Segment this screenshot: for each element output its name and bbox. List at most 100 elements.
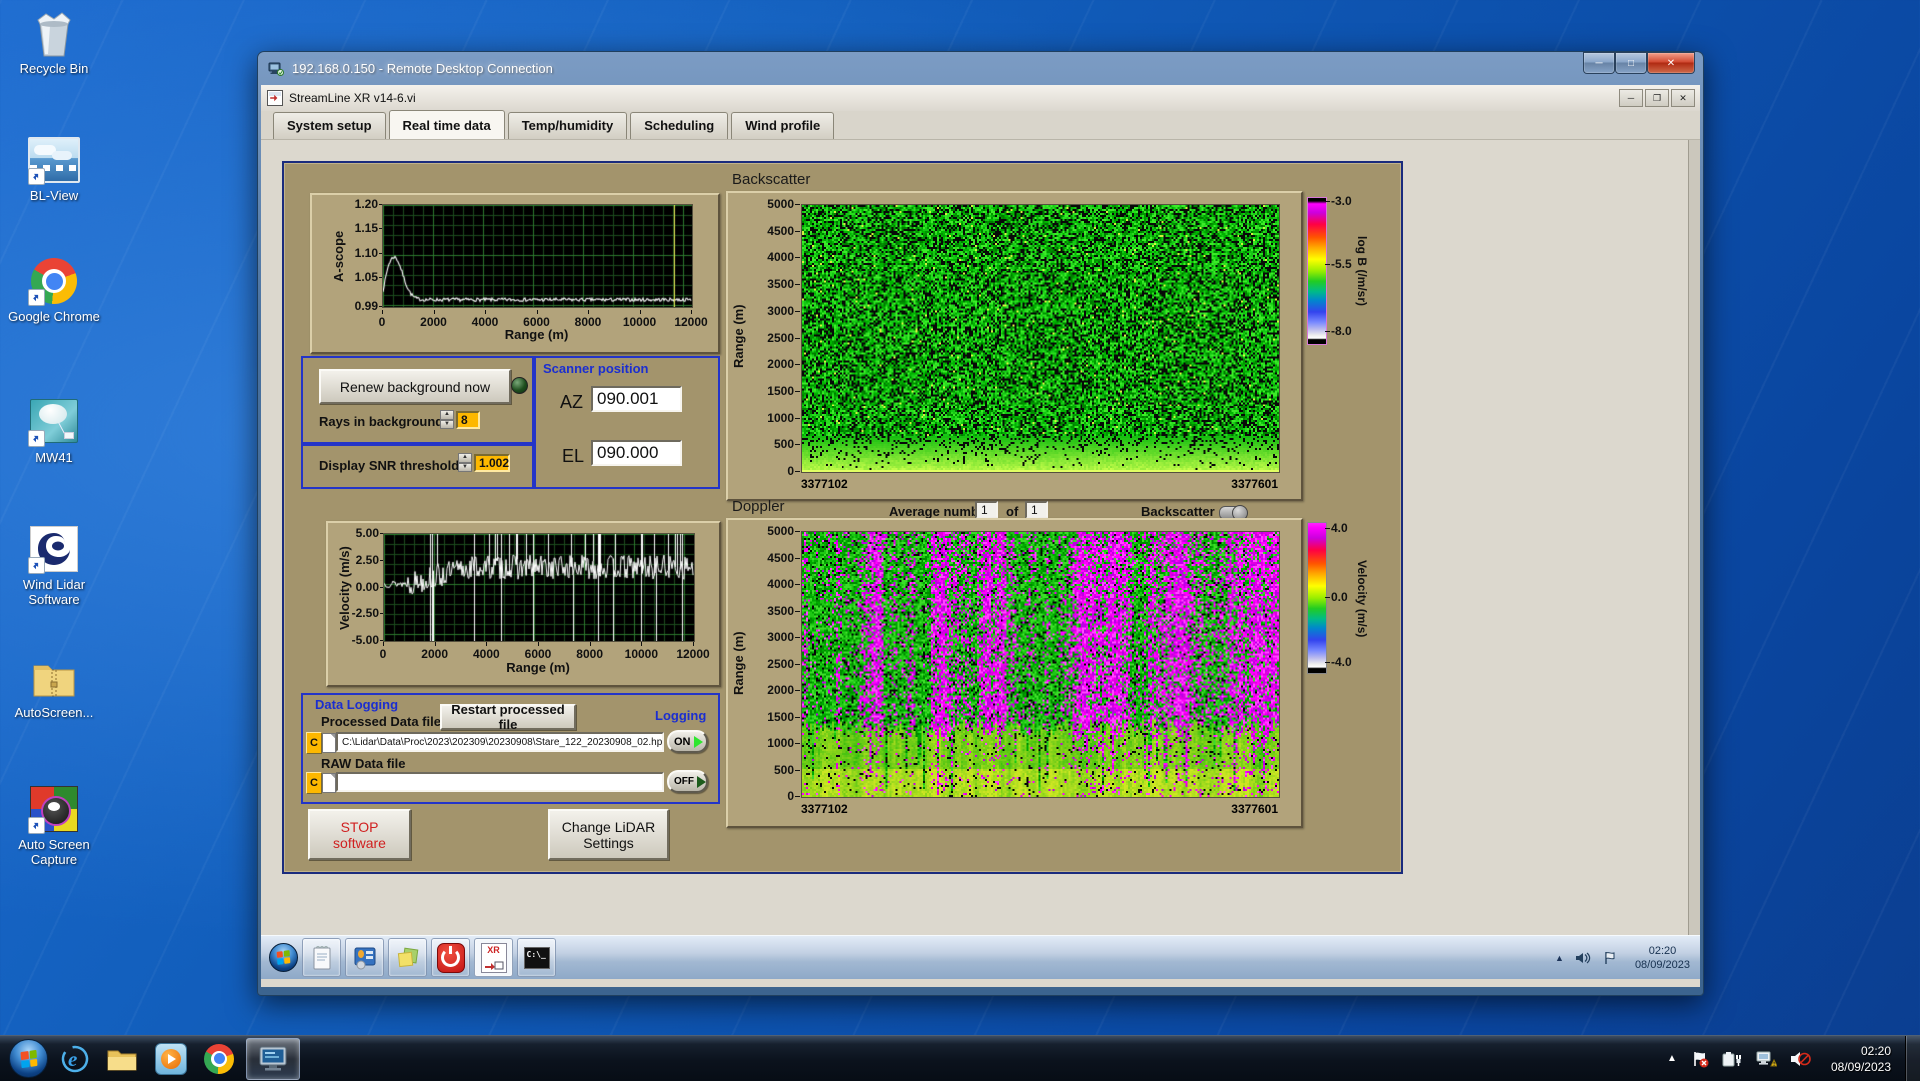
app-close-button[interactable]: ✕ bbox=[1671, 89, 1695, 107]
remote-taskbar-notepad[interactable] bbox=[302, 938, 341, 977]
average-total-field[interactable]: 1 bbox=[1025, 501, 1048, 519]
desktop-icon-chrome[interactable]: Google Chrome bbox=[2, 258, 106, 324]
backscatter-ylabel: Range (m) bbox=[731, 271, 746, 401]
backscatter-colorbar-label: log B (/m/sr) bbox=[1355, 201, 1369, 341]
maximize-button[interactable]: □ bbox=[1615, 52, 1647, 74]
minimize-button[interactable]: ─ bbox=[1583, 52, 1615, 74]
raw-logging-off-button[interactable]: OFF bbox=[667, 770, 708, 793]
tab-system-setup[interactable]: System setup bbox=[273, 112, 386, 139]
raw-data-file-label: RAW Data file bbox=[321, 756, 406, 771]
remote-clock[interactable]: 02:2008/09/2023 bbox=[1635, 944, 1690, 972]
start-button[interactable] bbox=[9, 1039, 48, 1078]
raw-path-field[interactable] bbox=[336, 772, 664, 792]
snr-value-field[interactable]: 1.002 bbox=[474, 454, 510, 472]
doppler-title: Doppler bbox=[732, 498, 785, 515]
host-clock[interactable]: 02:2008/09/2023 bbox=[1831, 1043, 1891, 1075]
remote-system-tray: ▲ 02:2008/09/2023 bbox=[1550, 944, 1700, 972]
tab-scheduling[interactable]: Scheduling bbox=[630, 112, 728, 139]
tray-battery-icon[interactable] bbox=[1721, 1050, 1743, 1068]
tab-temp-humidity[interactable]: Temp/humidity bbox=[508, 112, 627, 139]
close-button[interactable]: ✕ bbox=[1647, 52, 1695, 74]
desktop-icon-autoscreen[interactable]: AutoScreen... bbox=[2, 654, 106, 720]
remote-taskbar-stop-app[interactable] bbox=[431, 938, 470, 977]
tab-strip: System setupReal time dataTemp/humidityS… bbox=[261, 111, 1700, 140]
svg-text:e: e bbox=[68, 1047, 77, 1071]
desktop-icon-mw41[interactable]: MW41 bbox=[2, 396, 106, 465]
doppler-ytick-labels: 5000450040003500300025002000150010005000 bbox=[754, 531, 794, 796]
rays-value-field[interactable]: 8 bbox=[456, 411, 480, 429]
rdp-titlebar[interactable]: 192.168.0.150 - Remote Desktop Connectio… bbox=[258, 52, 1703, 85]
desktop-icon-auto-screen-capture[interactable]: Auto Screen Capture bbox=[2, 784, 106, 867]
auto-screen-capture-icon bbox=[28, 786, 80, 834]
tab-wind-profile[interactable]: Wind profile bbox=[731, 112, 834, 139]
desktop-icon-recycle-bin[interactable]: Recycle Bin bbox=[2, 10, 106, 76]
remote-taskbar-streamline-xr[interactable]: XR bbox=[474, 938, 513, 977]
snr-spinner[interactable]: ▲▼ bbox=[458, 453, 472, 472]
host-taskbar: e ▲ 02:2008/09/2023 bbox=[0, 1035, 1920, 1081]
remote-tray-expand-icon[interactable]: ▲ bbox=[1555, 953, 1564, 963]
app-title-text: StreamLine XR v14-6.vi bbox=[289, 91, 416, 105]
app-titlebar[interactable]: StreamLine XR v14-6.vi ─ ❐ ✕ bbox=[261, 85, 1700, 112]
taskbar-media-player[interactable] bbox=[150, 1039, 192, 1079]
remote-taskbar-cmd[interactable]: C:\_ bbox=[517, 938, 556, 977]
doppler-colorbar bbox=[1307, 522, 1327, 674]
taskbar-file-explorer[interactable] bbox=[102, 1039, 144, 1079]
shortcut-arrow-icon bbox=[28, 430, 45, 447]
average-number-field[interactable]: 1 bbox=[975, 501, 998, 519]
velocity-xaxis-title: Range (m) bbox=[383, 660, 693, 675]
renew-background-button[interactable]: Renew background now bbox=[319, 369, 511, 404]
doppler-colorbar-label: Velocity (m/s) bbox=[1355, 526, 1369, 671]
rays-spinner[interactable]: ▲▼ bbox=[440, 410, 454, 429]
tray-expand-icon[interactable]: ▲ bbox=[1667, 1053, 1677, 1064]
shortcut-arrow-icon bbox=[28, 817, 45, 834]
tab-real-time-data[interactable]: Real time data bbox=[389, 110, 505, 139]
az-value-field[interactable]: 090.001 bbox=[591, 386, 682, 412]
backscatter-time-start: 3377102 bbox=[801, 477, 848, 491]
remote-volume-icon[interactable] bbox=[1575, 951, 1591, 965]
taskbar-internet-explorer[interactable]: e bbox=[54, 1039, 96, 1079]
rdp-title-text: 192.168.0.150 - Remote Desktop Connectio… bbox=[292, 61, 553, 76]
app-minimize-button[interactable]: ─ bbox=[1619, 89, 1643, 107]
remote-taskbar-device-manager[interactable] bbox=[345, 938, 384, 977]
desktop-icon-label: Recycle Bin bbox=[2, 61, 106, 76]
stop-software-button[interactable]: STOPsoftware bbox=[308, 809, 411, 860]
background-group: Renew background now Rays in background … bbox=[301, 356, 534, 446]
el-value-field[interactable]: 090.000 bbox=[591, 440, 682, 466]
renew-led-indicator bbox=[511, 377, 528, 394]
taskbar-chrome[interactable] bbox=[198, 1039, 240, 1079]
app-restore-button[interactable]: ❐ bbox=[1645, 89, 1669, 107]
data-logging-group: Data Logging Processed Data file Restart… bbox=[301, 693, 720, 804]
restart-processed-file-button[interactable]: Restart processed file bbox=[440, 704, 576, 730]
remote-action-center-flag-icon[interactable] bbox=[1603, 951, 1617, 965]
off-indicator-arrow bbox=[697, 776, 706, 788]
remote-start-button[interactable] bbox=[269, 943, 298, 972]
processed-drive-button[interactable]: C bbox=[306, 732, 322, 754]
tray-action-center-error-icon[interactable] bbox=[1691, 1050, 1709, 1068]
processed-logging-on-button[interactable]: ON bbox=[667, 730, 708, 753]
recycle-bin-icon bbox=[28, 10, 80, 58]
el-label: EL bbox=[562, 446, 584, 467]
remote-taskbar: XR C:\_ ▲ 02:2008/09/2023 bbox=[261, 935, 1700, 979]
raw-drive-button[interactable]: C bbox=[306, 772, 322, 794]
wind-lidar-icon bbox=[28, 526, 80, 574]
tray-network-warning-icon[interactable] bbox=[1755, 1050, 1777, 1068]
desktop-icon-wind-lidar[interactable]: Wind Lidar Software bbox=[2, 524, 106, 607]
processed-browse-icon[interactable] bbox=[322, 733, 336, 753]
desktop-icon-bl-view[interactable]: BL-View bbox=[2, 134, 106, 203]
ascope-xaxis-title: Range (m) bbox=[382, 327, 691, 342]
backscatter-ytick-labels: 5000450040003500300025002000150010005000 bbox=[754, 204, 794, 471]
host-system-tray: ▲ 02:2008/09/2023 bbox=[1659, 1036, 1920, 1081]
processed-path-field[interactable]: C:\Lidar\Data\Proc\2023\202309\20230908\… bbox=[336, 732, 664, 752]
bl-view-icon bbox=[28, 137, 80, 185]
doppler-ylabel: Range (m) bbox=[731, 598, 746, 728]
scrollbar[interactable] bbox=[1688, 140, 1700, 944]
tray-volume-muted-icon[interactable] bbox=[1789, 1050, 1811, 1068]
mw41-icon bbox=[28, 399, 80, 447]
show-desktop-button[interactable] bbox=[1905, 1036, 1920, 1081]
raw-browse-icon[interactable] bbox=[322, 773, 336, 793]
snr-label: Display SNR threshold bbox=[319, 458, 459, 473]
taskbar-remote-desktop-active[interactable] bbox=[246, 1038, 300, 1080]
change-lidar-settings-button[interactable]: Change LiDARSettings bbox=[548, 809, 669, 860]
remote-taskbar-sticky-notes[interactable] bbox=[388, 938, 427, 977]
shortcut-arrow-icon bbox=[28, 557, 45, 574]
